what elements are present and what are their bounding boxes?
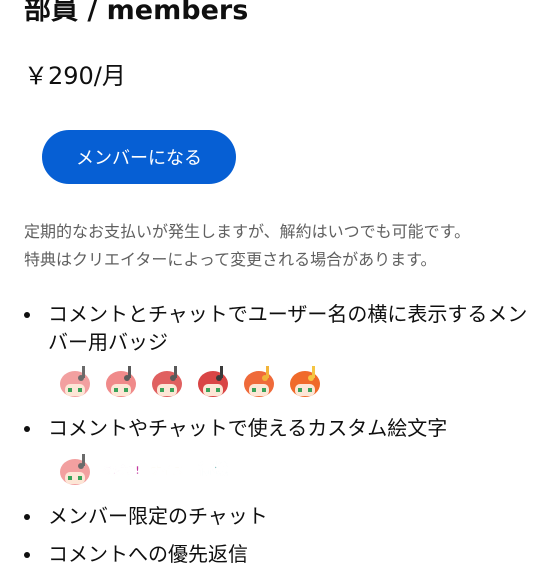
bullet-icon [24,426,30,432]
join-membership-button[interactable]: メンバーになる [42,130,236,184]
taiki-emoji-icon: 待機 [194,450,232,488]
bullet-icon [24,312,30,318]
pink-hair-badge-icon-2 [102,362,140,400]
benefit-text: メンバー限定のチャット [48,504,268,528]
page-title: 部員 / members [24,0,249,26]
upo-emoji-icon: うぽつ! [102,450,140,488]
orange-hair-badge-icon [240,362,278,400]
notice-line: 定期的なお支払いが発生しますが、解約はいつでも可能です。 [24,222,471,241]
membership-price: ￥290/月 [24,62,126,90]
emoji-row: うぽつ! ナイス 待機 [56,450,232,488]
red-hair-badge-icon [148,362,186,400]
pink-hair-badge-icon [56,362,94,400]
benefit-text: コメントやチャットで使えるカスタム絵文字 [48,416,448,440]
red-hair-headphone-badge-icon [194,362,232,400]
notice-line: 特典はクリエイターによって変更される場合があります。 [24,250,437,269]
svg-text:うぽつ!: うぽつ! [102,463,140,477]
bullet-icon [24,552,30,558]
benefit-text: コメントへの優先返信 [48,542,248,566]
membership-notice: 定期的なお支払いが発生しますが、解約はいつでも可能です。 特典はクリエイターによ… [24,218,544,274]
svg-text:待機: 待機 [198,460,228,478]
badge-row [56,362,324,400]
benefit-item-chat: メンバー限定のチャット [24,502,534,530]
benefit-item-badges: コメントとチャットでユーザー名の横に表示するメンバー用バッジ [24,300,534,356]
orange-hair-gold-badge-icon [286,362,324,400]
benefit-item-reply: コメントへの優先返信 [24,540,534,568]
pink-hair-emoji-icon [56,450,94,488]
nice-emoji-icon: ナイス [148,450,186,488]
svg-text:ナイス: ナイス [151,464,184,477]
benefit-item-emoji: コメントやチャットで使えるカスタム絵文字 [24,414,534,442]
benefit-text: コメントとチャットでユーザー名の横に表示するメンバー用バッジ [48,302,528,354]
bullet-icon [24,514,30,520]
